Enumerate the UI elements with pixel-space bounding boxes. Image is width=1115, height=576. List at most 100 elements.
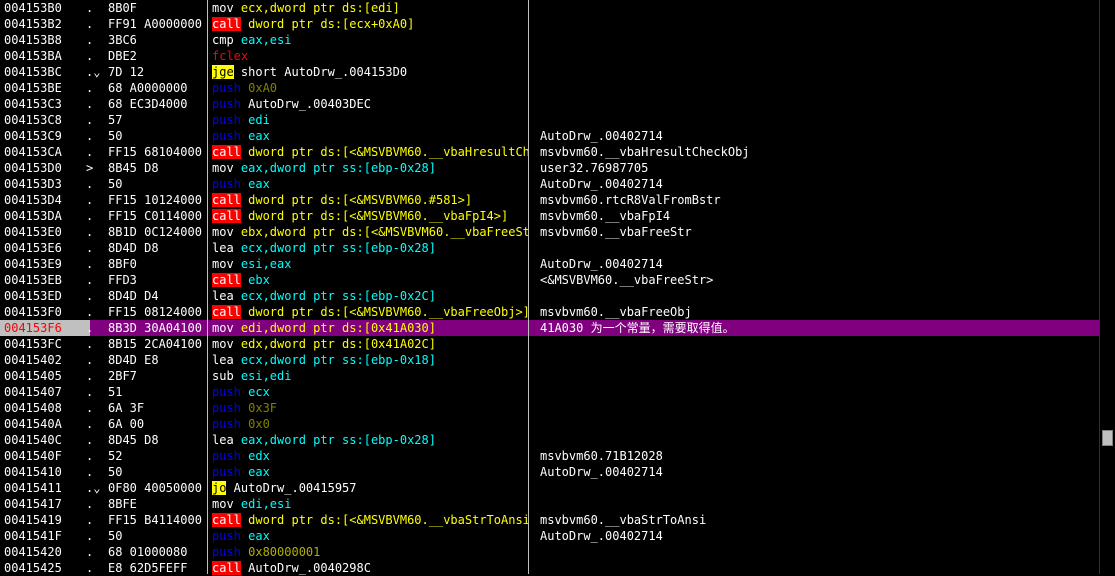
code-row[interactable]: 004153ED. 8D4D D4 lea ecx,dword ptr ss:[eb… <box>0 288 1115 304</box>
code-row[interactable]: 004153D4. FF15 10124000 call dword ptr ds:… <box>0 192 1115 208</box>
code-row[interactable]: 004153F0. FF15 08124000 call dword ptr ds:… <box>0 304 1115 320</box>
code-row[interactable]: 004153BC .⌄ 7D 12 jge short AutoDrw_.004153… <box>0 64 1115 80</box>
hex-bytes-cell: 51 <box>108 385 123 399</box>
instruction-token: eax,dword ptr ss:[ebp-0x28] <box>240 433 436 447</box>
comment-cell: AutoDrw_.00402714 <box>540 529 663 543</box>
comment-cell <box>540 288 1100 304</box>
code-row[interactable]: 004153C9. 50 push eax AutoDrw_.00402714 <box>0 128 1115 144</box>
column-divider-bytes[interactable] <box>207 0 208 574</box>
address-cell: 004153CA <box>4 145 62 159</box>
instruction-token: mov <box>212 257 241 271</box>
address-cell: 004153DA <box>4 209 62 223</box>
hex-bytes-cell: 8B15 2CA04100 <box>108 337 202 351</box>
address-cell: 0041540F <box>4 449 62 463</box>
code-row[interactable]: 00415411 .⌄ 0F80 40050000 jo AutoDrw_.00415… <box>0 480 1115 496</box>
code-row[interactable]: 0041540F. 52 push edx msvbvm60.71B12028 <box>0 448 1115 464</box>
hex-bytes-cell: FF15 C0114000 <box>108 209 202 223</box>
vertical-scrollbar[interactable] <box>1099 0 1115 574</box>
instruction-token: push <box>212 113 249 127</box>
code-row[interactable]: 00415417. 8BFE mov edi,esi <box>0 496 1115 512</box>
instruction-token: edi <box>248 113 270 127</box>
instruction-token: ecx,dword ptr ss:[ebp-0x2C] <box>240 289 436 303</box>
comment-cell <box>540 336 1100 352</box>
disassembly-cell: mov edx,dword ptr ds:[0x41A02C] <box>212 336 528 352</box>
code-row[interactable]: 004153B2. FF91 A0000000 call dword ptr ds:… <box>0 16 1115 32</box>
code-row[interactable]: 004153D3. 50 push eax AutoDrw_.00402714 <box>0 176 1115 192</box>
comment-cell: 41A030 为一个常量，需要取得值。 <box>540 321 735 335</box>
hex-bytes-cell: 8BFE <box>108 497 137 511</box>
comment-cell <box>540 432 1100 448</box>
comment-cell <box>540 16 1100 32</box>
code-row[interactable]: 004153CA. FF15 68104000 call dword ptr ds:… <box>0 144 1115 160</box>
code-row[interactable]: 00415420. 68 01000080 push 0x80000001 <box>0 544 1115 560</box>
hex-bytes-cell: 57 <box>108 113 123 127</box>
code-row[interactable]: 004153E0. 8B1D 0C124000 mov ebx,dword ptr … <box>0 224 1115 240</box>
address-cell: 004153D3 <box>4 177 62 191</box>
jump-marker: . <box>86 417 94 431</box>
code-row[interactable]: 004153E6. 8D4D D8 lea ecx,dword ptr ss:[eb… <box>0 240 1115 256</box>
hex-bytes-cell: FF15 10124000 <box>108 193 202 207</box>
code-row[interactable]: 00415408. 6A 3F push 0x3F <box>0 400 1115 416</box>
instruction-token: call <box>212 145 241 159</box>
address-cell: 00415408 <box>4 401 62 415</box>
instruction-token: eax <box>248 529 270 543</box>
instruction-token: lea <box>212 433 241 447</box>
address-cell: 00415419 <box>4 513 62 527</box>
code-row[interactable]: 004153FC. 8B15 2CA04100 mov edx,dword ptr … <box>0 336 1115 352</box>
column-divider-comments[interactable] <box>528 0 529 574</box>
comment-cell <box>540 96 1100 112</box>
code-row[interactable]: 004153EB. FFD3 call ebx <&MSVBVM60.__vbaFre… <box>0 272 1115 288</box>
disassembly-cell: push edx <box>212 448 528 464</box>
code-row[interactable]: 00415410. 50 push eax AutoDrw_.00402714 <box>0 464 1115 480</box>
code-row[interactable]: 004153C8. 57 push edi <box>0 112 1115 128</box>
disassembly-cell: jge short AutoDrw_.004153D0 <box>212 64 528 80</box>
instruction-token: short AutoDrw_.004153D0 <box>233 65 408 79</box>
comment-cell <box>540 496 1100 512</box>
code-row[interactable]: 004153E9. 8BF0 mov esi,eax AutoDrw_.0040271… <box>0 256 1115 272</box>
instruction-token: mov <box>212 161 241 175</box>
code-row[interactable]: 00415402. 8D4D E8 lea ecx,dword ptr ss:[eb… <box>0 352 1115 368</box>
comment-cell <box>540 384 1100 400</box>
code-row[interactable]: 004153D0 >8B45 D8 mov eax,dword ptr ss:[eb… <box>0 160 1115 176</box>
hex-bytes-cell: 50 <box>108 465 123 479</box>
hex-bytes-cell: 8B0F <box>108 1 137 15</box>
instruction-token: push <box>212 177 249 191</box>
instruction-token: lea <box>212 353 241 367</box>
code-row[interactable]: 0041540A. 6A 00 push 0x0 <box>0 416 1115 432</box>
comment-cell: msvbvm60.__vbaHresultCheckObj <box>540 145 750 159</box>
code-row[interactable]: 00415407. 51 push ecx <box>0 384 1115 400</box>
scrollbar-thumb[interactable] <box>1102 430 1113 446</box>
hex-bytes-cell: 68 A0000000 <box>108 81 188 95</box>
code-row[interactable]: 004153DA. FF15 C0114000 call dword ptr ds:… <box>0 208 1115 224</box>
instruction-token: jo <box>212 481 227 495</box>
code-row[interactable]: 00415405. 2BF7 sub esi,edi <box>0 368 1115 384</box>
code-row[interactable]: 004153C3. 68 EC3D4000 push AutoDrw_.00403D… <box>0 96 1115 112</box>
address-cell: 004153BE <box>4 81 62 95</box>
disassembly-cell: push eax <box>212 464 528 480</box>
instruction-token: ebx,dword ptr ds:[<&MSVBVM60.__vbaFreeSt… <box>240 225 528 239</box>
code-row[interactable]: 004153BE. 68 A0000000 push 0xA0 <box>0 80 1115 96</box>
instruction-token: push <box>212 81 249 95</box>
selected-code-row[interactable]: 004153F6. 8B3D 30A04100 mov edi,dword ptr … <box>0 320 1115 336</box>
code-row[interactable]: 00415419. FF15 B4114000 call dword ptr ds:… <box>0 512 1115 528</box>
code-row[interactable]: 0041540C. 8D45 D8 lea eax,dword ptr ss:[eb… <box>0 432 1115 448</box>
address-cell: 00415420 <box>4 545 62 559</box>
instruction-token: ebx <box>240 273 270 287</box>
code-row[interactable]: 0041541F. 50 push eax AutoDrw_.00402714 <box>0 528 1115 544</box>
code-row[interactable]: 004153B8. 3BC6 cmp eax,esi <box>0 32 1115 48</box>
instruction-token: push <box>212 465 249 479</box>
jump-marker: . <box>86 497 94 511</box>
disassembly-cell: mov ecx,dword ptr ds:[edi] <box>212 0 528 16</box>
comment-cell <box>540 480 1100 496</box>
address-cell: 004153C3 <box>4 97 62 111</box>
code-row[interactable]: 004153BA. DBE2 fclex <box>0 48 1115 64</box>
disassembly-cell: lea ecx,dword ptr ss:[ebp-0x2C] <box>212 288 528 304</box>
instruction-token: sub <box>212 369 241 383</box>
instruction-token: eax <box>248 177 270 191</box>
code-row[interactable]: 004153B0. 8B0F mov ecx,dword ptr ds:[edi] <box>0 0 1115 16</box>
instruction-token: 0x3F <box>248 401 278 415</box>
hex-bytes-cell: 50 <box>108 177 123 191</box>
instruction-token: AutoDrw_.00403DEC <box>248 97 371 111</box>
disassembly-cell: push 0xA0 <box>212 80 528 96</box>
instruction-token: mov <box>212 321 241 335</box>
